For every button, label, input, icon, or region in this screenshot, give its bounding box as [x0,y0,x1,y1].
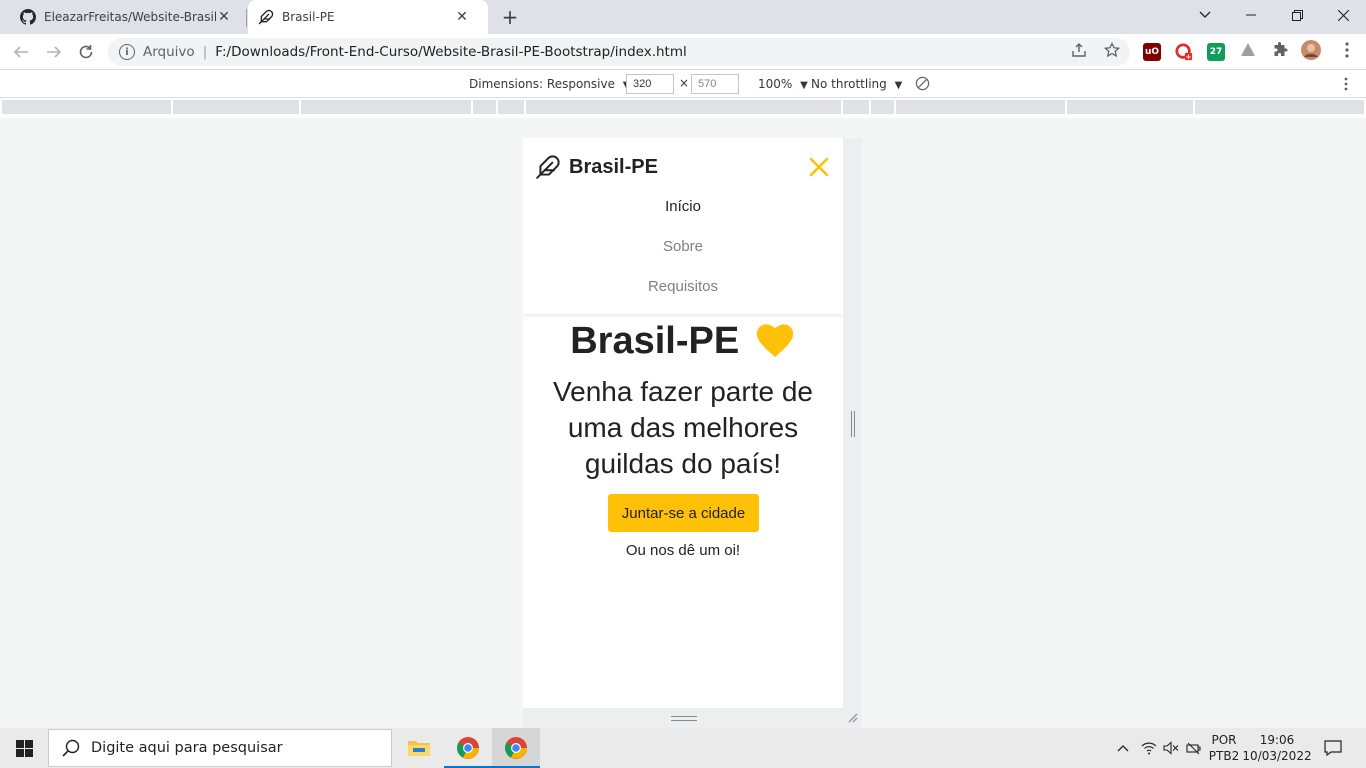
resize-corner-handle[interactable] [846,711,860,725]
bookmark-star-icon[interactable] [1101,39,1123,61]
volume-muted-icon[interactable] [1160,728,1182,768]
heart-icon [754,320,796,358]
profile-avatar[interactable] [1300,39,1322,61]
system-clock[interactable]: 19:06 10/03/2022 [1242,728,1312,768]
windows-taskbar: Digite aqui para pesquisar POR PTB2 19:0… [0,728,1366,768]
notifications-icon[interactable] [1318,728,1348,768]
reload-button[interactable] [73,39,99,65]
close-menu-icon[interactable] [807,155,831,179]
minimize-button[interactable] [1228,0,1274,30]
site-navbar: Brasil-PE Início Sobre Requisitos [523,138,843,314]
tab-strip: EleazarFreitas/Website-Brasil-PE- ✕ Bras… [0,0,1366,34]
media-query-divider [841,100,843,114]
calendar-extension-icon[interactable]: 27 [1207,43,1225,61]
throttling-label: No throttling [811,77,887,91]
extensions-puzzle-icon[interactable] [1269,39,1291,61]
zoom-dropdown[interactable]: 100% ▼ [758,77,808,91]
media-query-divider [1193,100,1195,114]
contact-link[interactable]: Ou nos dê um oi! [523,542,843,559]
tab-search-chevron-icon[interactable] [1182,0,1228,30]
media-query-divider [869,100,871,114]
hero-subtitle: Venha fazer parte de uma das melhores gu… [553,376,813,479]
width-input[interactable] [626,74,674,94]
search-icon [61,738,81,758]
close-tab-icon[interactable]: ✕ [454,9,470,25]
device-toolbar-menu-icon[interactable] [1344,77,1348,94]
caret-down-icon: ▼ [894,80,903,91]
tab-title: Brasil-PE [282,10,335,24]
feather-icon [535,154,561,180]
address-bar[interactable]: i Arquivo | F:/Downloads/Front-End-Curso… [108,38,1130,66]
nav-link-requisitos[interactable]: Requisitos [523,278,843,295]
new-tab-button[interactable]: + [498,5,522,29]
github-icon [20,9,36,25]
extension-triangle-icon[interactable] [1237,39,1259,61]
dimensions-label: Dimensions: Responsive [469,77,615,91]
hero-heading: Brasil-PE [523,320,843,363]
close-tab-icon[interactable]: ✕ [216,9,232,25]
taskbar-search-input[interactable]: Digite aqui para pesquisar [48,729,392,767]
media-query-divider [299,100,301,114]
address-url[interactable]: F:/Downloads/Front-End-Curso/Website-Bra… [215,44,687,60]
throttling-dropdown[interactable]: No throttling ▼ [811,77,902,91]
chrome-icon[interactable] [492,728,540,768]
power-icon[interactable] [1183,728,1205,768]
media-query-divider [496,100,498,114]
dimension-times: × [679,76,690,90]
brand-text: Brasil-PE [569,155,658,178]
device-toolbar: Dimensions: Responsive ▼ × 100% ▼ No thr… [0,70,1366,98]
media-query-bar [0,98,1366,118]
hero-title-text: Brasil-PE [570,320,740,362]
keyboard-label: PTB2 [1208,749,1240,763]
media-query-strip[interactable] [2,100,1364,114]
svg-text:+: + [1185,52,1191,61]
input-language-indicator[interactable]: POR PTB2 [1206,728,1242,768]
windows-start-icon[interactable] [0,728,48,768]
tab-separator [246,9,247,27]
forward-button[interactable] [41,39,67,65]
nav-link-inicio[interactable]: Início [523,198,843,215]
close-window-button[interactable] [1320,0,1366,30]
tab-brasil-pe[interactable]: Brasil-PE ✕ [248,0,488,34]
site-brand[interactable]: Brasil-PE [535,154,658,180]
resize-height-handle[interactable] [671,716,697,721]
network-icon[interactable] [1138,728,1160,768]
browser-menu-icon[interactable] [1336,39,1358,61]
browser-toolbar: i Arquivo | F:/Downloads/Front-End-Curso… [0,34,1366,70]
address-divider: | [202,44,208,60]
language-label: POR [1211,733,1237,747]
clock-date: 10/03/2022 [1242,749,1312,763]
join-city-button[interactable]: Juntar-se a cidade [608,494,759,532]
caret-down-icon: ▼ [800,80,808,91]
tab-title: EleazarFreitas/Website-Brasil-PE- [44,10,216,24]
device-viewport: Brasil-PE Início Sobre Requisitos Brasil… [523,138,843,708]
address-scheme-label: Arquivo [143,44,195,60]
info-icon[interactable]: i [119,44,135,60]
zoom-label: 100% [758,77,793,91]
restore-button[interactable] [1274,0,1320,30]
clock-time: 19:06 [1259,733,1295,747]
ublock-icon[interactable]: uO [1143,43,1161,61]
back-button[interactable] [8,39,34,65]
share-icon[interactable] [1068,39,1090,61]
media-query-divider [894,100,896,114]
height-input[interactable] [691,74,739,94]
dimensions-dropdown[interactable]: Dimensions: Responsive ▼ [469,77,631,91]
media-query-divider [171,100,173,114]
record-extension-icon[interactable]: + [1175,43,1193,61]
chevron-up-icon[interactable] [1112,728,1134,768]
tab-github[interactable]: EleazarFreitas/Website-Brasil-PE- ✕ [20,0,232,34]
search-placeholder: Digite aqui para pesquisar [91,740,283,756]
resize-width-handle[interactable] [851,411,855,437]
feather-icon [258,9,274,25]
media-query-divider [471,100,473,114]
nav-link-sobre[interactable]: Sobre [523,238,843,255]
media-query-divider [1065,100,1067,114]
rotate-icon[interactable] [915,76,930,94]
chrome-icon[interactable] [444,728,492,768]
media-query-divider [524,100,526,114]
file-explorer-icon[interactable] [395,728,443,768]
